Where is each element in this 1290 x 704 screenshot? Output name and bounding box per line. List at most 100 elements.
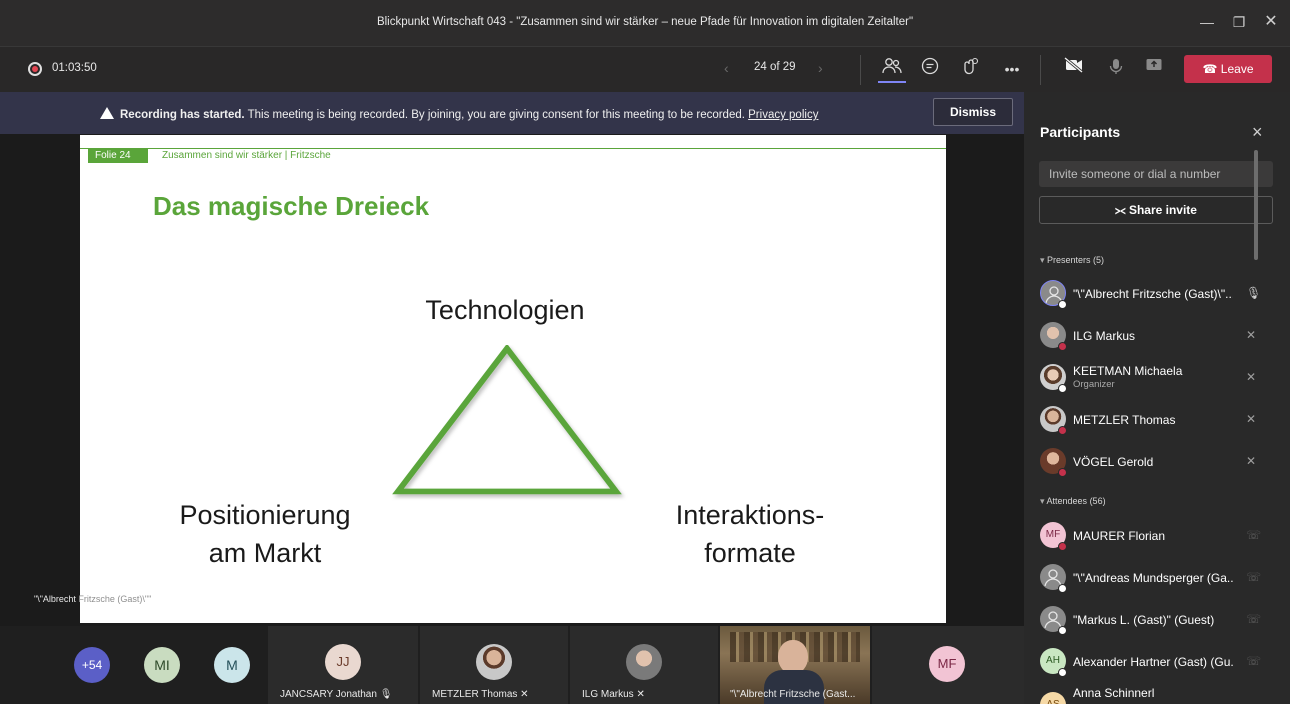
mic-icon[interactable] [1104, 57, 1128, 81]
mic-off-icon: ✕ [636, 689, 645, 700]
participant-name: "\"Andreas Mundsperger (Ga... [1073, 571, 1233, 585]
mic-icon: 🎙 [379, 689, 393, 700]
status-dot [1058, 468, 1067, 477]
avatar-mi[interactable]: MI [144, 647, 180, 683]
tile-ilg[interactable]: ILG Markus ✕ [570, 626, 718, 704]
participant-name: VÖGEL Gerold [1073, 455, 1154, 469]
tile-metzler[interactable]: METZLER Thomas ✕ [420, 626, 568, 704]
participant-row[interactable]: "\"Andreas Mundsperger (Ga... ☏ [1040, 560, 1270, 598]
participant-name: METZLER Thomas [1073, 413, 1176, 427]
participant-name: MAURER Florian [1073, 529, 1166, 543]
overflow-count[interactable]: +54 [74, 647, 110, 683]
label-positionierung: Positionierung am Markt [160, 496, 370, 572]
ilg-name: ILG Markus [582, 689, 634, 700]
participants-panel: Participants × Invite someone or dial a … [1024, 92, 1290, 704]
share-invite-button[interactable]: ⪥ Share invite [1039, 196, 1273, 224]
recording-message: Recording has started. This meeting is b… [100, 106, 818, 121]
dismiss-button[interactable]: Dismiss [933, 98, 1013, 126]
status-dot [1058, 384, 1067, 393]
mic-off-icon: ✕ [1246, 454, 1257, 468]
avatar-jj: JJ [325, 644, 361, 680]
leave-button[interactable]: ☎ Leave [1184, 55, 1272, 83]
avatar-m[interactable]: M [214, 647, 250, 683]
participant-row[interactable]: VÖGEL Gerold ✕ [1040, 444, 1270, 482]
title-bar: Blickpunkt Wirtschaft 043 - "Zusammen si… [0, 0, 1290, 46]
attendees-header[interactable]: Attendees (56) [1040, 496, 1106, 507]
warning-icon [100, 107, 114, 119]
status-dot [1058, 342, 1067, 351]
camera-off-icon[interactable] [1062, 56, 1086, 81]
jancsary-name: JANCSARY Jonathan [280, 689, 377, 700]
participant-row[interactable]: KEETMAN Michaela Organizer ✕ [1040, 360, 1270, 398]
participant-row[interactable]: AH Alexander Hartner (Gast) (Gu... ☏ [1040, 644, 1270, 682]
active-tab-indicator [878, 81, 906, 83]
slide-number-tag: Folie 24 [88, 149, 148, 163]
label-interaktions-line1: Interaktions- [675, 500, 825, 530]
chevron-left-icon[interactable]: ‹ [724, 60, 729, 76]
avatar-photo-ilg [626, 644, 662, 680]
recording-icon [28, 62, 42, 76]
tile-name-fritzsche: "\"Albrecht Fritzsche (Gast... [730, 689, 856, 700]
page-indicator: 24 of 29 [754, 61, 796, 73]
reactions-icon[interactable] [958, 57, 982, 81]
participant-name: ILG Markus [1073, 329, 1136, 343]
minimize-icon[interactable]: — [1197, 12, 1217, 32]
slide-title: Das magische Dreieck [153, 191, 430, 221]
toolbar-divider [1040, 55, 1041, 85]
window-title: Blickpunkt Wirtschaft 043 - "Zusammen si… [376, 16, 914, 28]
presentation-slide: Folie 24 Zusammen sind wir stärker | Fri… [80, 135, 946, 623]
presenter-caption: "\"Albrecht Fritzsche (Gast)\"" [34, 594, 151, 604]
participant-name: KEETMAN Michaela [1073, 364, 1183, 378]
close-icon[interactable]: ✕ [1261, 12, 1281, 32]
status-dot [1058, 426, 1067, 435]
invite-input[interactable]: Invite someone or dial a number [1039, 161, 1273, 187]
status-dot [1058, 626, 1067, 635]
video-tile-fritzsche[interactable]: "\"Albrecht Fritzsche (Gast... [720, 626, 870, 704]
mic-icon: ☏ [1246, 570, 1262, 584]
leave-label: Leave [1220, 62, 1254, 76]
participant-row[interactable]: "\"Albrecht Fritzsche (Gast)\"... 🎙 [1040, 276, 1270, 314]
chevron-right-icon[interactable]: › [818, 60, 823, 76]
participant-name: "Markus L. (Gast)" (Guest) [1073, 613, 1215, 627]
mic-icon: ☏ [1246, 654, 1262, 668]
participant-row[interactable]: "Markus L. (Gast)" (Guest) ☏ [1040, 602, 1270, 640]
maximize-icon[interactable]: ❐ [1229, 12, 1249, 32]
participant-row[interactable]: METZLER Thomas ✕ [1040, 402, 1270, 440]
participant-row[interactable]: ILG Markus ✕ [1040, 318, 1270, 356]
avatar-initials: AS [1040, 692, 1066, 704]
panel-scrollbar[interactable] [1254, 150, 1258, 260]
label-technologien: Technologien [425, 295, 585, 325]
participant-row[interactable]: AS Anna Schinnerl [1040, 684, 1270, 704]
label-interaktionsformate: Interaktions- formate [655, 496, 845, 572]
mic-icon: ☏ [1246, 528, 1262, 542]
share-icon[interactable] [1142, 57, 1166, 81]
tile-name-jancsary: JANCSARY Jonathan 🎙 [280, 689, 392, 700]
share-icon: ⪥ [1115, 203, 1126, 217]
label-positionierung-line2: am Markt [208, 538, 322, 568]
presenter-caption-b: Fritzsche (Gast)\"" [75, 594, 152, 604]
mic-off-icon: ✕ [1246, 328, 1257, 342]
participant-name: "\"Albrecht Fritzsche (Gast)\"... [1073, 287, 1233, 301]
recording-banner: Recording has started. This meeting is b… [0, 92, 1024, 134]
people-icon[interactable] [880, 57, 904, 81]
mic-on-icon: 🎙 [1246, 286, 1262, 300]
privacy-policy-link[interactable]: Privacy policy [748, 109, 818, 121]
tile-name-ilg: ILG Markus ✕ [582, 689, 645, 700]
meeting-timer: 01:03:50 [52, 62, 97, 74]
presenters-header[interactable]: Presenters (5) [1040, 255, 1104, 266]
chat-icon[interactable] [918, 57, 942, 81]
participant-row[interactable]: MF MAURER Florian ☏ [1040, 518, 1270, 556]
participant-name: Anna Schinnerl [1073, 686, 1155, 700]
more-icon[interactable]: ••• [1000, 57, 1024, 81]
tile-jancsary[interactable]: JJ JANCSARY Jonathan 🎙 [268, 626, 418, 704]
avatar-photo-metzler [476, 644, 512, 680]
speaker-face [778, 640, 808, 674]
mic-off-icon: ✕ [1246, 412, 1257, 426]
mic-icon: ☏ [1246, 612, 1262, 626]
status-dot [1058, 668, 1067, 677]
metzler-name: METZLER Thomas [432, 689, 518, 700]
status-dot [1058, 542, 1067, 551]
tile-mf[interactable]: MF [872, 626, 1024, 704]
participant-name: Alexander Hartner (Gast) (Gu... [1073, 655, 1233, 669]
close-panel-icon[interactable]: × [1252, 122, 1263, 143]
